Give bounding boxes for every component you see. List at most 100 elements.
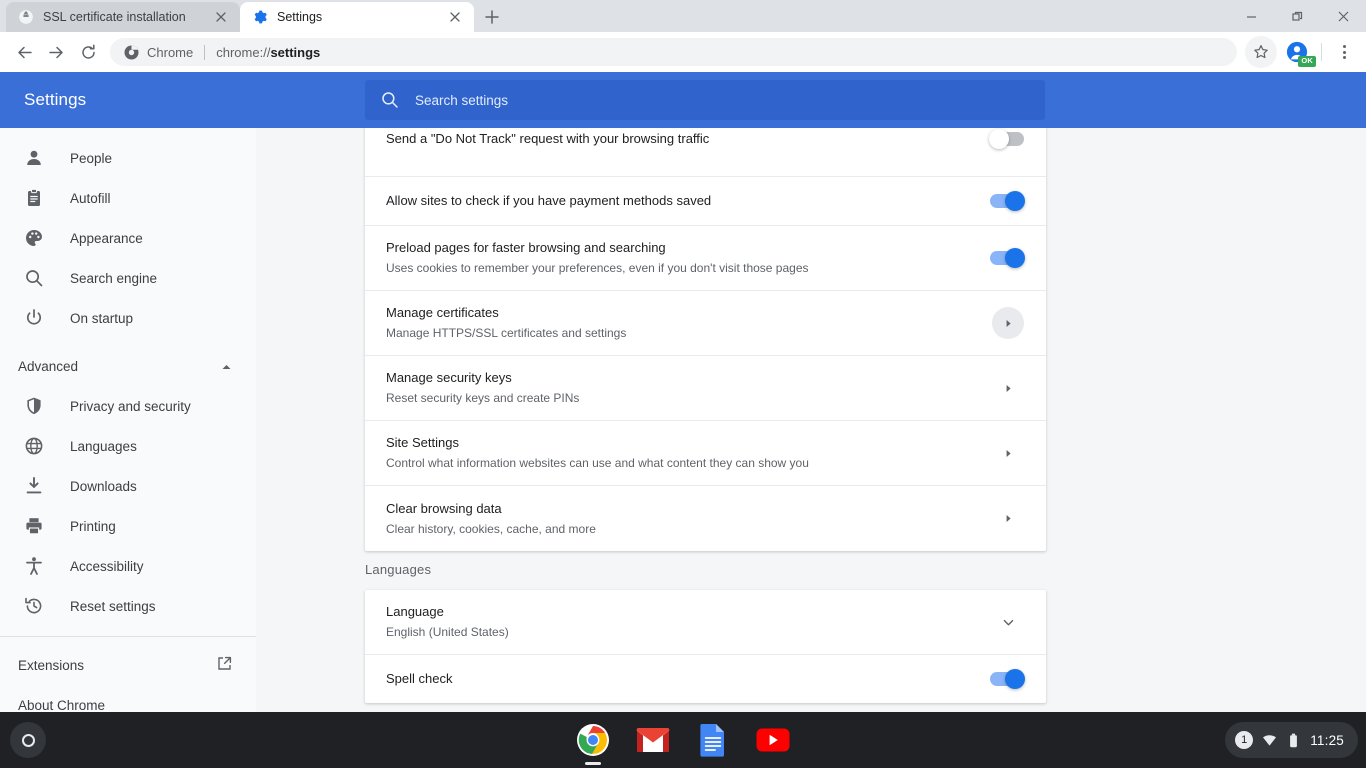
row-title: Language	[386, 603, 509, 621]
address-bar[interactable]: Chrome chrome://settings	[110, 38, 1237, 66]
reload-button[interactable]	[72, 36, 104, 68]
tab-title: Settings	[277, 10, 437, 24]
active-app-indicator	[585, 762, 601, 765]
do-not-track-toggle[interactable]	[990, 132, 1024, 146]
new-tab-button[interactable]	[478, 3, 506, 31]
battery-icon	[1286, 733, 1301, 748]
url-page: settings	[270, 45, 320, 60]
sidebar-item-reset-settings[interactable]: Reset settings	[0, 586, 256, 626]
spell-check-toggle[interactable]	[990, 672, 1024, 686]
close-icon[interactable]	[446, 8, 464, 26]
sidebar-item-label: People	[70, 151, 112, 166]
sidebar-item-about-chrome[interactable]: About Chrome	[0, 685, 256, 712]
person-icon	[24, 148, 44, 168]
close-icon[interactable]	[212, 8, 230, 26]
chevron-right-icon	[1004, 384, 1013, 393]
tab-ssl-certificate-installation[interactable]: SSL certificate installation	[6, 2, 240, 32]
shelf-app-chrome[interactable]	[571, 718, 615, 762]
row-site-settings[interactable]: Site Settings Control what information w…	[365, 421, 1046, 486]
toggle-knob	[989, 129, 1009, 149]
sidebar-item-languages[interactable]: Languages	[0, 426, 256, 466]
clipboard-icon	[24, 188, 44, 208]
shelf-app-youtube[interactable]	[751, 718, 795, 762]
sidebar-item-accessibility[interactable]: Accessibility	[0, 546, 256, 586]
chevron-up-icon	[221, 361, 232, 372]
profile-avatar[interactable]: OK	[1281, 36, 1313, 68]
row-subtitle: Manage HTTPS/SSL certificates and settin…	[386, 325, 626, 342]
row-language[interactable]: Language English (United States)	[365, 590, 1046, 655]
row-title: Allow sites to check if you have payment…	[386, 192, 711, 210]
close-icon	[1338, 11, 1349, 22]
bookmark-button[interactable]	[1245, 36, 1277, 68]
tab-strip: SSL certificate installation Settings	[0, 0, 1366, 32]
history-icon	[24, 596, 44, 616]
chrome-icon	[576, 723, 610, 757]
tab-settings[interactable]: Settings	[240, 2, 474, 32]
shelf: 1 11:25	[0, 712, 1366, 768]
restore-icon	[1292, 11, 1303, 22]
chevron-right-icon	[1004, 514, 1013, 523]
back-button[interactable]	[8, 36, 40, 68]
window-controls	[1228, 0, 1366, 32]
sidebar-item-privacy-and-security[interactable]: Privacy and security	[0, 386, 256, 426]
settings-header: Settings	[0, 72, 1366, 128]
sidebar-item-printing[interactable]: Printing	[0, 506, 256, 546]
preload-pages-toggle[interactable]	[990, 251, 1024, 265]
sidebar-item-on-startup[interactable]: On startup	[0, 298, 256, 338]
chrome-icon	[124, 45, 139, 60]
row-title: Site Settings	[386, 434, 809, 452]
close-button[interactable]	[1320, 0, 1366, 32]
language-expand-button[interactable]	[992, 606, 1024, 638]
settings-content: Send a "Do Not Track" request with your …	[256, 128, 1366, 712]
page-title: Settings	[0, 90, 365, 110]
sidebar-item-label: Languages	[70, 439, 137, 454]
shelf-app-gmail[interactable]	[631, 718, 675, 762]
row-subtitle: Reset security keys and create PINs	[386, 390, 579, 407]
search-settings-box[interactable]	[365, 80, 1045, 120]
clear-browsing-data-arrow[interactable]	[992, 503, 1024, 535]
site-settings-arrow[interactable]	[992, 437, 1024, 469]
manage-certificates-arrow[interactable]	[992, 307, 1024, 339]
sidebar-item-appearance[interactable]: Appearance	[0, 218, 256, 258]
row-manage-security-keys[interactable]: Manage security keys Reset security keys…	[365, 356, 1046, 421]
sidebar-item-downloads[interactable]: Downloads	[0, 466, 256, 506]
row-title: Manage security keys	[386, 369, 579, 387]
forward-button[interactable]	[40, 36, 72, 68]
external-link-icon	[217, 656, 232, 674]
row-manage-certificates[interactable]: Manage certificates Manage HTTPS/SSL cer…	[365, 291, 1046, 356]
reload-icon	[80, 44, 97, 61]
gear-icon	[252, 9, 268, 25]
row-subtitle: Clear history, cookies, cache, and more	[386, 521, 596, 538]
sidebar-item-search-engine[interactable]: Search engine	[0, 258, 256, 298]
omnibox-divider	[204, 45, 205, 60]
row-subtitle: Uses cookies to remember your preference…	[386, 260, 809, 277]
row-payment-methods[interactable]: Allow sites to check if you have payment…	[365, 177, 1046, 226]
shield-icon	[24, 396, 44, 416]
sidebar-item-label: Extensions	[18, 658, 84, 673]
minimize-button[interactable]	[1228, 0, 1274, 32]
row-clear-browsing-data[interactable]: Clear browsing data Clear history, cooki…	[365, 486, 1046, 551]
shelf-app-docs[interactable]	[691, 718, 735, 762]
omnibox-chrome-label: Chrome	[147, 45, 193, 60]
system-tray[interactable]: 1 11:25	[1225, 722, 1358, 758]
sidebar-item-people[interactable]: People	[0, 138, 256, 178]
restore-button[interactable]	[1274, 0, 1320, 32]
payment-methods-toggle[interactable]	[990, 194, 1024, 208]
clock: 11:25	[1310, 733, 1344, 748]
manage-security-keys-arrow[interactable]	[992, 372, 1024, 404]
sidebar-section-advanced[interactable]: Advanced	[0, 346, 256, 386]
row-preload-pages[interactable]: Preload pages for faster browsing and se…	[365, 226, 1046, 291]
tab-title: SSL certificate installation	[43, 10, 203, 24]
row-spell-check[interactable]: Spell check	[365, 655, 1046, 703]
notification-badge[interactable]: 1	[1235, 731, 1253, 749]
youtube-icon	[756, 723, 790, 757]
search-input[interactable]	[415, 93, 1029, 108]
sidebar-item-autofill[interactable]: Autofill	[0, 178, 256, 218]
docs-icon	[696, 723, 730, 757]
chrome-menu-button[interactable]	[1330, 36, 1358, 68]
sidebar-item-extensions[interactable]: Extensions	[0, 645, 256, 685]
toolbar-divider	[1321, 43, 1322, 61]
row-subtitle: Control what information websites can us…	[386, 455, 809, 472]
chevron-right-icon	[1004, 319, 1013, 328]
settings-sidebar: People Autofill	[0, 128, 256, 712]
